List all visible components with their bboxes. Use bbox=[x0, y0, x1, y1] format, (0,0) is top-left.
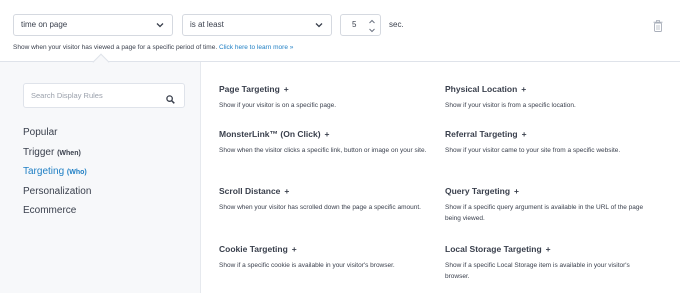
search-icon[interactable] bbox=[166, 91, 175, 109]
rule-card-cookie-targeting[interactable]: Cookie Targeting + Show if a specific coo… bbox=[219, 244, 429, 271]
category-sublabel: (Who) bbox=[66, 169, 87, 176]
unit-label: sec. bbox=[389, 20, 404, 29]
rule-title-text: MonsterLink™ (On Click) bbox=[219, 129, 321, 139]
rule-title: MonsterLink™ (On Click) + bbox=[219, 129, 429, 139]
rule-card-monsterlink[interactable]: MonsterLink™ (On Click) + Show when the v… bbox=[219, 129, 429, 156]
chevron-down-icon bbox=[156, 15, 164, 42]
operator-select[interactable]: is at least bbox=[182, 14, 332, 36]
condition-value: time on page bbox=[21, 20, 68, 29]
rule-title-text: Scroll Distance bbox=[219, 186, 281, 196]
condition-select[interactable]: time on page bbox=[13, 14, 173, 36]
rule-title: Query Targeting + bbox=[445, 186, 655, 196]
category-label: Popular bbox=[23, 127, 58, 138]
seconds-input[interactable]: 5 bbox=[340, 14, 381, 36]
category-trigger[interactable]: Trigger (When) bbox=[23, 147, 81, 158]
rule-description: Show if your visitor is on a specific pa… bbox=[219, 102, 337, 109]
learn-more-link[interactable]: Click here to learn more » bbox=[219, 44, 293, 51]
chevron-down-icon bbox=[315, 15, 323, 42]
help-description: Show when your visitor has viewed a page… bbox=[13, 44, 218, 51]
search-rules-field[interactable] bbox=[23, 83, 185, 108]
rule-title-text: Cookie Targeting bbox=[219, 244, 288, 254]
rule-title: Scroll Distance + bbox=[219, 186, 429, 196]
seconds-value: 5 bbox=[352, 20, 357, 29]
category-label: Ecommerce bbox=[23, 205, 77, 216]
rule-title: Physical Location + bbox=[445, 84, 655, 94]
operator-value: is at least bbox=[190, 20, 224, 29]
add-rule-icon[interactable]: + bbox=[522, 129, 527, 139]
rule-title-text: Referral Targeting bbox=[445, 129, 518, 139]
rule-help-text: Show when your visitor has viewed a page… bbox=[13, 44, 293, 51]
trash-icon[interactable] bbox=[653, 19, 663, 32]
rule-card-scroll-distance[interactable]: Scroll Distance + Show when your visitor … bbox=[219, 186, 429, 213]
category-ecommerce[interactable]: Ecommerce bbox=[23, 205, 76, 216]
rule-title: Cookie Targeting + bbox=[219, 244, 429, 254]
rule-description: Show when the visitor clicks a specific … bbox=[219, 147, 427, 154]
rule-title: Referral Targeting + bbox=[445, 129, 655, 139]
rule-title: Page Targeting + bbox=[219, 84, 429, 94]
add-rule-icon[interactable]: + bbox=[325, 129, 330, 139]
rule-title-text: Page Targeting bbox=[219, 84, 280, 94]
add-rule-icon[interactable]: + bbox=[521, 84, 526, 94]
rule-description: Show if a specific cookie is available i… bbox=[219, 262, 395, 269]
rule-card-page-targeting[interactable]: Page Targeting + Show if your visitor is … bbox=[219, 84, 429, 111]
category-popular[interactable]: Popular bbox=[23, 127, 57, 138]
category-label: Targeting bbox=[23, 166, 65, 177]
rule-title-text: Local Storage Targeting bbox=[445, 244, 542, 254]
rule-title-text: Physical Location bbox=[445, 84, 518, 94]
rule-card-local-storage-targeting[interactable]: Local Storage Targeting + Show if a speci… bbox=[445, 244, 655, 282]
rule-card-query-targeting[interactable]: Query Targeting + Show if a specific quer… bbox=[445, 186, 655, 224]
add-rule-icon[interactable]: + bbox=[514, 186, 519, 196]
number-spinner-icon[interactable] bbox=[368, 17, 376, 38]
category-targeting[interactable]: Targeting (Who) bbox=[23, 166, 87, 177]
category-personalization[interactable]: Personalization bbox=[23, 186, 91, 197]
add-rule-icon[interactable]: + bbox=[546, 244, 551, 254]
rule-description: Show when your visitor has scrolled down… bbox=[219, 204, 421, 211]
add-rule-icon[interactable]: + bbox=[292, 244, 297, 254]
add-rule-icon[interactable]: + bbox=[284, 186, 289, 196]
category-sublabel: (When) bbox=[57, 150, 81, 157]
rule-description: Show if your visitor came to your site f… bbox=[445, 147, 621, 154]
category-label: Personalization bbox=[23, 186, 92, 197]
rule-card-physical-location[interactable]: Physical Location + Show if your visitor … bbox=[445, 84, 655, 111]
search-input[interactable] bbox=[24, 84, 154, 107]
rule-description: Show if your visitor is from a specific … bbox=[445, 102, 576, 109]
add-rule-icon[interactable]: + bbox=[284, 84, 289, 94]
rule-card-referral-targeting[interactable]: Referral Targeting + Show if your visitor… bbox=[445, 129, 655, 156]
category-label: Trigger bbox=[23, 147, 55, 158]
rule-row: time on page is at least 5 sec. Show whe… bbox=[0, 0, 680, 62]
rule-title: Local Storage Targeting + bbox=[445, 244, 655, 254]
rule-title-text: Query Targeting bbox=[445, 186, 511, 196]
rule-description: Show if a specific Local Storage item is… bbox=[445, 262, 630, 280]
rule-description: Show if a specific query argument is ava… bbox=[445, 204, 644, 222]
